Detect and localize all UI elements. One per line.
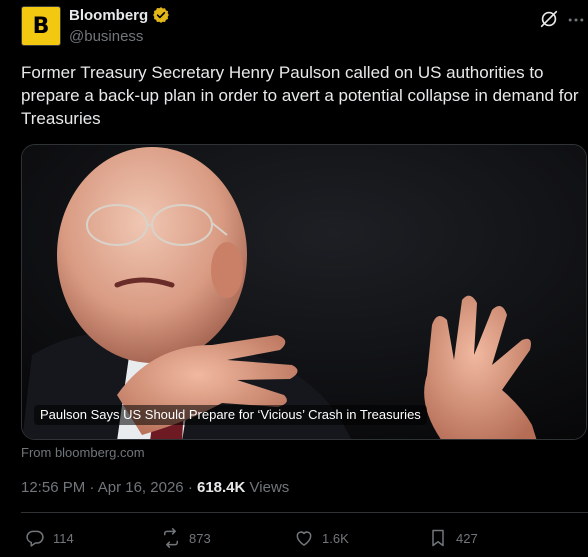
author-name[interactable]: Bloomberg [69,7,148,24]
card-headline[interactable]: Paulson Says US Should Prepare for ‘Vici… [34,405,427,425]
author-row: Bloomberg [69,6,170,24]
tweet: B Bloomberg @business Former Treasury Se… [0,0,588,557]
post-meta: 12:56 PM · Apr 16, 2026 · 618.4K Views [21,479,289,496]
card-photo [22,145,586,439]
like-button[interactable]: 1.6K [294,528,349,548]
post-date[interactable]: Apr 16, 2026 [98,479,184,496]
divider [21,512,588,513]
like-count: 1.6K [322,530,349,546]
meta-separator: · [89,479,95,496]
card-source[interactable]: From bloomberg.com [21,445,145,460]
post-time[interactable]: 12:56 PM [21,479,85,496]
author-handle[interactable]: @business [69,28,143,45]
views-label: Views [249,479,290,496]
repost-icon [164,528,178,548]
bookmark-count: 427 [456,530,478,546]
grok-icon[interactable] [538,8,560,30]
views-count[interactable]: 618.4K [197,479,245,496]
post-text: Former Treasury Secretary Henry Paulson … [21,63,579,128]
bookmark-icon [432,529,444,547]
action-bar: 114 873 1.6K 427 [0,522,588,557]
avatar[interactable]: B [21,6,61,46]
link-card[interactable]: Paulson Says US Should Prepare for ‘Vici… [21,144,587,440]
repost-button[interactable]: 873 [161,528,211,548]
reply-count: 114 [53,530,74,546]
reply-button[interactable]: 114 [25,528,74,548]
bookmark-button[interactable]: 427 [428,528,478,548]
more-icon[interactable] [566,10,586,30]
repost-count: 873 [189,530,211,546]
meta-separator: · [187,479,193,496]
verified-badge-icon [153,7,170,23]
reply-icon [26,530,44,547]
avatar-letter: B [32,13,50,39]
like-icon [296,531,312,546]
